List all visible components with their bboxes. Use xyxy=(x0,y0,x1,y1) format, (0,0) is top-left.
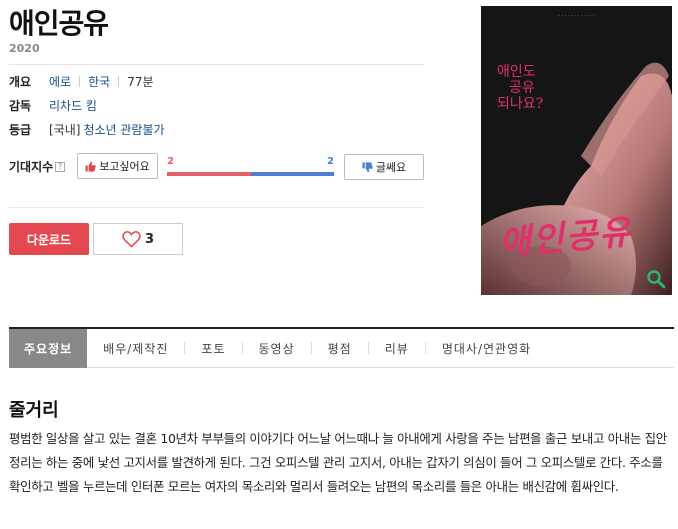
divider xyxy=(9,207,425,208)
divider xyxy=(118,75,120,87)
rating-link[interactable]: 청소년 관람불가 xyxy=(83,121,164,138)
divider xyxy=(367,342,369,354)
want-count: 2 xyxy=(167,156,174,167)
want-to-see-label: 보고싶어요 xyxy=(99,160,150,173)
nope-bar xyxy=(251,172,334,176)
rating-prefix: [국내] xyxy=(49,122,81,137)
synopsis-text: 평범한 일상을 살고 있는 결혼 10년차 부부들의 이야기다 어느날 어느때나… xyxy=(9,431,667,494)
divider xyxy=(241,342,243,354)
director-label: 감독 xyxy=(9,98,32,113)
search-icon[interactable] xyxy=(646,269,666,289)
divider xyxy=(184,342,186,354)
like-count: 3 xyxy=(144,231,155,247)
divider xyxy=(79,75,81,87)
thumbs-down-icon xyxy=(362,161,373,172)
release-year: 2020 xyxy=(9,42,40,55)
rating-label: 등급 xyxy=(9,122,32,137)
info-tabs: 주요정보 배우/제작진 포토 동영상 평점 리뷰 명대사/연관영화 xyxy=(9,327,674,368)
download-button[interactable]: 다운로드 xyxy=(9,223,89,255)
tab-ratings[interactable]: 평점 xyxy=(328,329,352,368)
divider xyxy=(310,342,312,354)
divider xyxy=(9,64,425,65)
expectation-label: 기대지수 xyxy=(9,160,54,174)
poster-tagline-1: 애인도 xyxy=(497,64,536,80)
tab-video[interactable]: 동영상 xyxy=(259,329,295,368)
want-bar xyxy=(167,172,251,176)
tab-quotes-related[interactable]: 명대사/연관영화 xyxy=(442,329,531,368)
tab-main-info[interactable]: 주요정보 xyxy=(9,328,88,368)
country-link[interactable]: 한국 xyxy=(88,73,110,90)
poster-tagline-2: 공유 xyxy=(509,80,535,96)
like-button[interactable]: 3 xyxy=(93,223,183,255)
movie-title: 애인공유 xyxy=(9,7,109,40)
overview-row: 개요 에로 한국 77분 xyxy=(9,72,154,90)
poster-tagline: 애인도 공유 되나요? xyxy=(497,64,543,112)
genre-link[interactable]: 에로 xyxy=(49,73,71,90)
director-link[interactable]: 리차드 킴 xyxy=(49,97,97,114)
tab-reviews[interactable]: 리뷰 xyxy=(385,329,409,368)
movie-poster[interactable]: · · · · · · · · · · · · 애인도 공유 되나요? 애인공유 xyxy=(481,6,672,295)
not-sure-label: 글쎄요 xyxy=(375,161,407,174)
help-icon[interactable]: ? xyxy=(55,161,66,172)
director-row: 감독 리차드 킴 xyxy=(9,96,97,114)
heart-icon xyxy=(122,230,141,248)
synopsis-heading: 줄거리 xyxy=(9,400,59,421)
nope-count: 2 xyxy=(327,156,334,167)
want-to-see-button[interactable]: 보고싶어요 xyxy=(77,153,158,179)
overview-label: 개요 xyxy=(9,74,32,89)
poster-tagline-3: 되나요? xyxy=(497,96,544,112)
divider xyxy=(424,342,426,354)
rating-row: 등급 [국내] 청소년 관람불가 xyxy=(9,120,165,138)
expectation-index: 기대지수 ? xyxy=(9,158,66,175)
thumbs-up-icon xyxy=(85,161,96,172)
runtime: 77분 xyxy=(127,74,154,89)
tab-cast-crew[interactable]: 배우/제작진 xyxy=(103,329,168,368)
not-sure-button[interactable]: 글쎄요 xyxy=(344,154,424,180)
tab-photo[interactable]: 포토 xyxy=(201,329,225,368)
poster-credits: · · · · · · · · · · · · xyxy=(558,13,595,19)
